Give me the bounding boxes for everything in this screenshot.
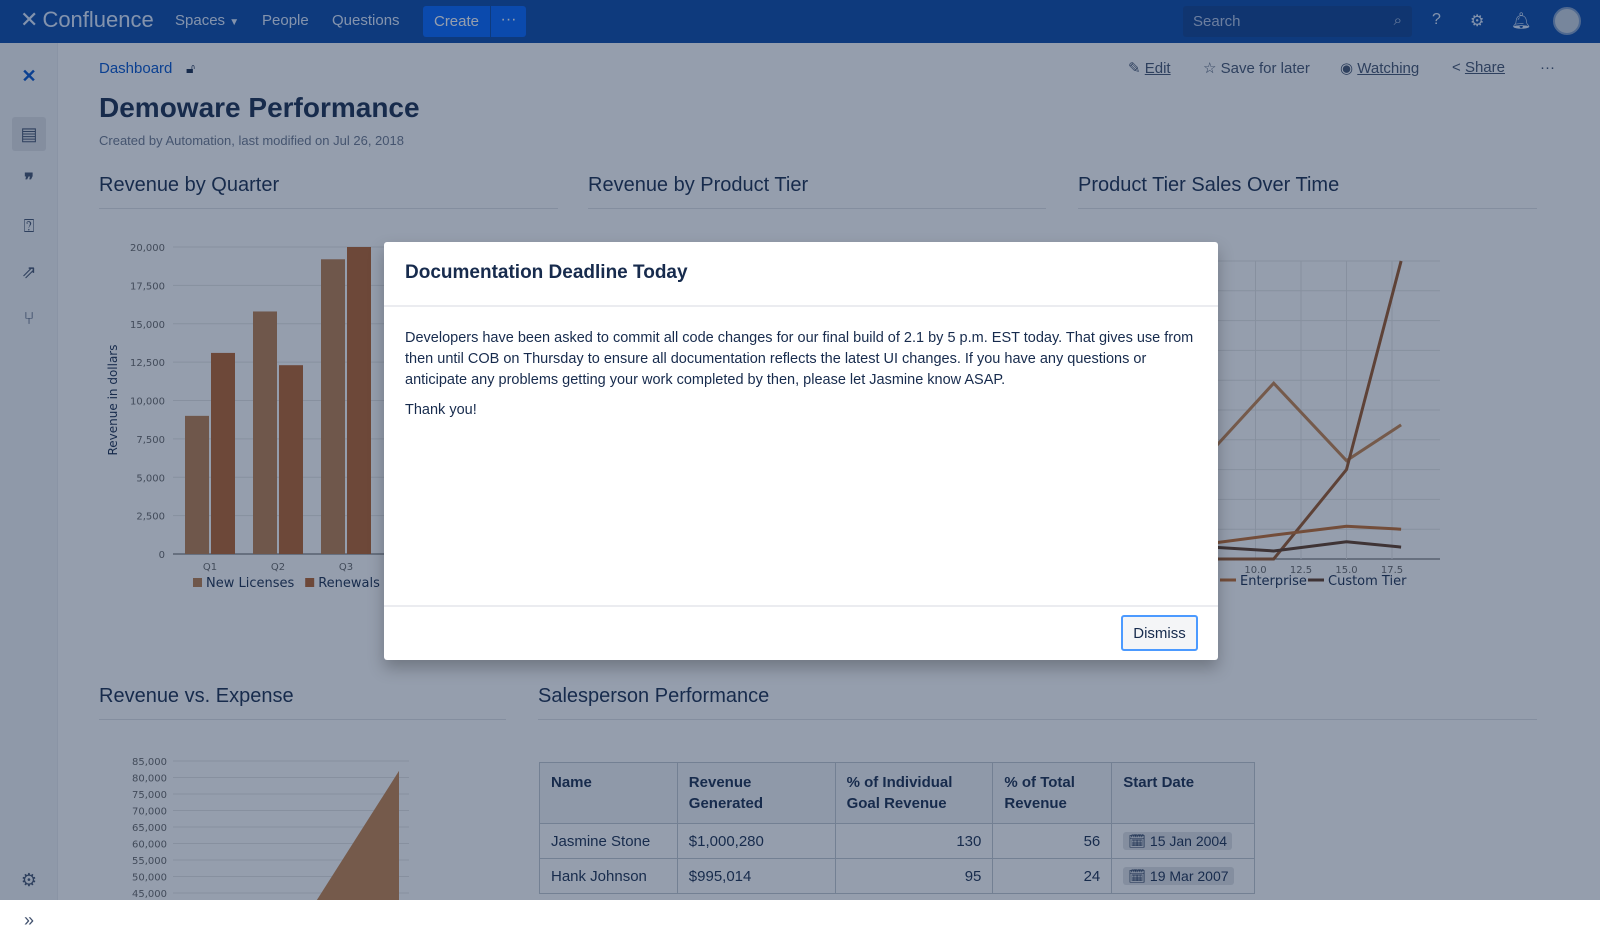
dialog-message: Developers have been asked to commit all… bbox=[405, 330, 1194, 388]
dialog-header-divider bbox=[384, 305, 1218, 307]
expand-sidebar-icon[interactable]: » bbox=[12, 903, 46, 937]
dialog-footer-divider bbox=[384, 605, 1218, 607]
dialog-title: Documentation Deadline Today bbox=[405, 262, 688, 283]
dialog-thanks: Thank you! bbox=[405, 402, 477, 418]
deadline-dialog: Documentation Deadline Today Developers … bbox=[384, 242, 1218, 660]
dismiss-button[interactable]: Dismiss bbox=[1121, 615, 1198, 651]
dialog-body: Developers have been asked to commit all… bbox=[405, 328, 1195, 430]
